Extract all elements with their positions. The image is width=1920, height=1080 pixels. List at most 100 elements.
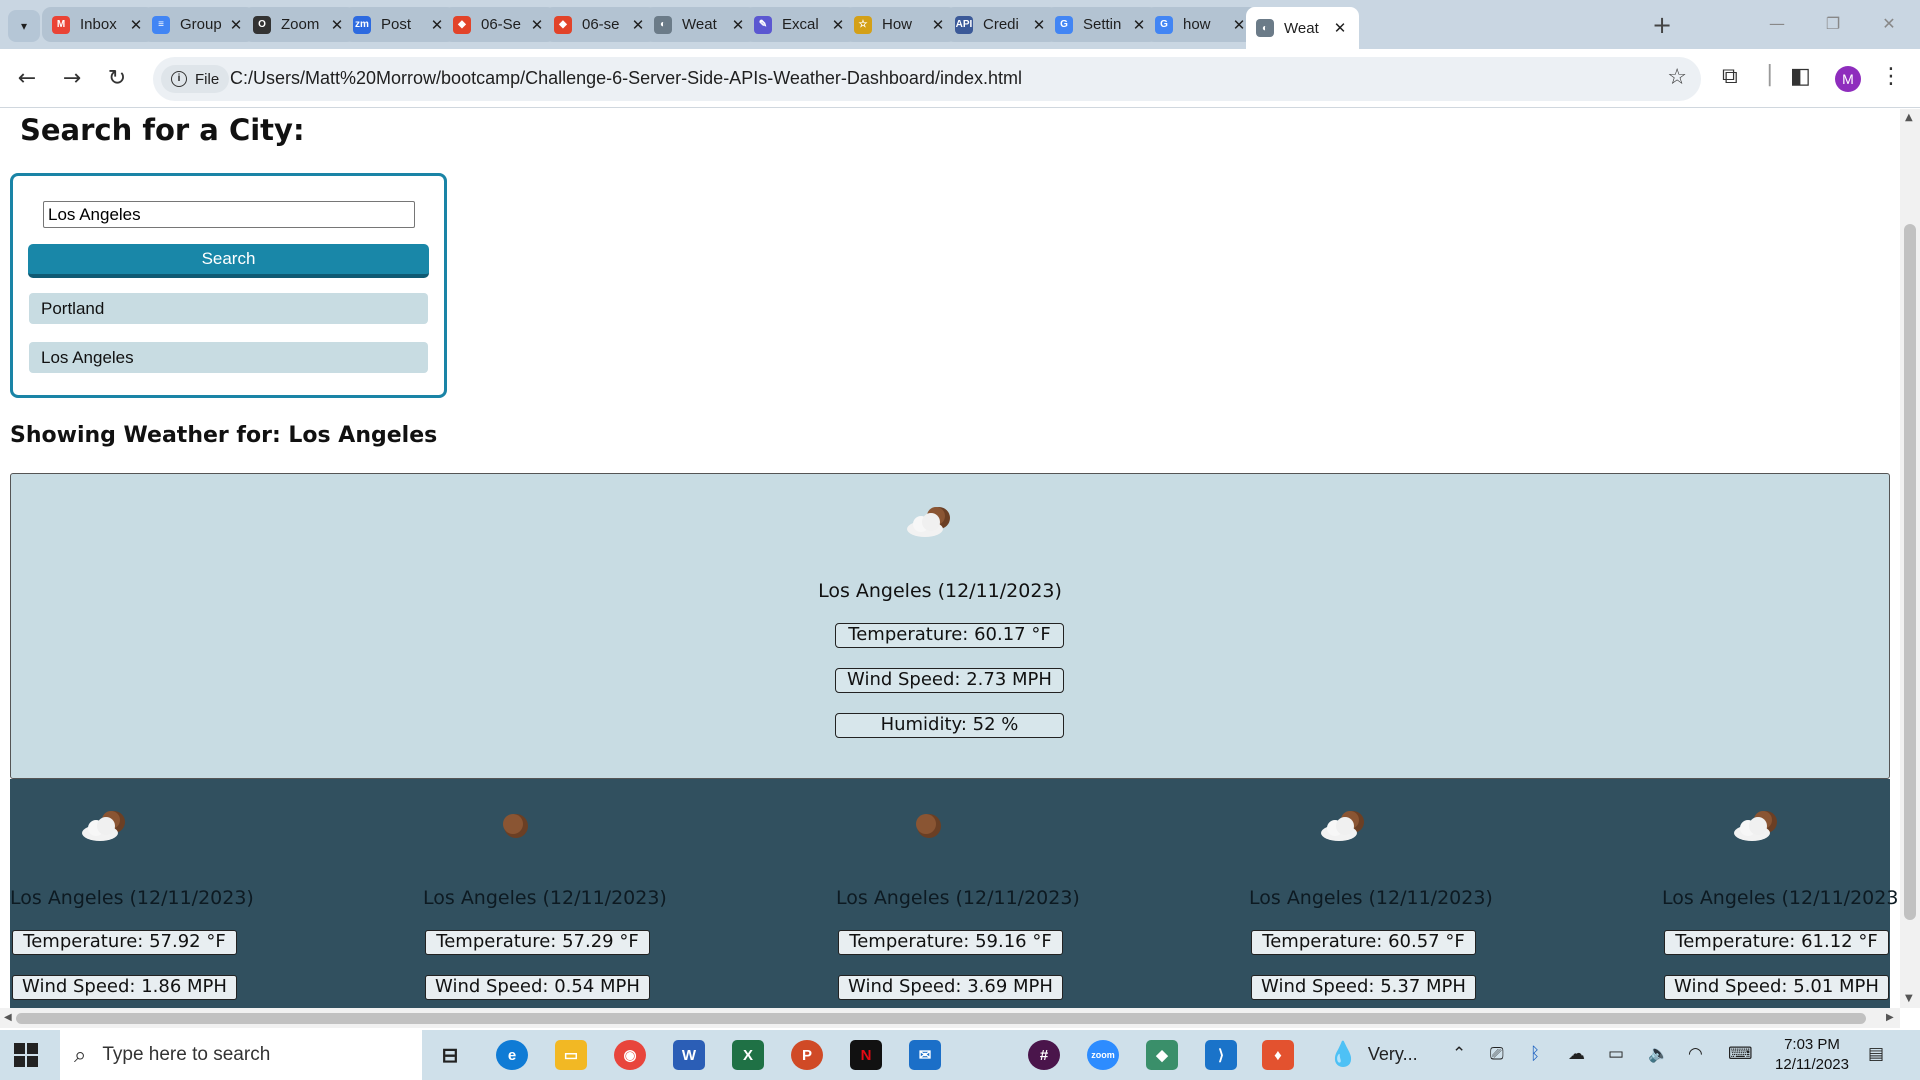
clock-time: 7:03 PM [1784,1036,1840,1053]
globe-icon: ◐ [1256,19,1274,37]
bookmark-star-icon[interactable]: ☆ [1667,65,1687,90]
forecast-temperature: Temperature: 57.92 °F [12,930,237,955]
new-tab-button[interactable]: + [1648,12,1676,40]
menu-kebab-icon[interactable]: ⋮ [1880,64,1902,89]
mail-icon[interactable]: ✉ [909,1040,941,1070]
close-tab-icon[interactable]: ✕ [1331,19,1349,37]
bluetooth-icon[interactable]: ᛒ [1530,1044,1540,1064]
forecast-temperature: Temperature: 57.29 °F [425,930,650,955]
tab-title: Settin [1083,16,1122,33]
git-app-icon[interactable]: ♦ [1262,1040,1294,1070]
vertical-scroll-thumb[interactable] [1904,224,1916,920]
history-button-portland[interactable]: Portland [29,293,428,324]
scroll-left-icon[interactable]: ◀ [4,1012,12,1023]
onedrive-icon[interactable]: ☁ [1568,1044,1585,1064]
partly-cloudy-night-icon [1734,811,1777,841]
city-search-input[interactable] [43,201,415,228]
tab-4[interactable]: ◆ 06-Se ✕ [443,7,556,42]
tab-12[interactable]: ◐ Weat ✕ [1246,7,1359,49]
taskbar-weather-widget[interactable]: 💧 Very... [1328,1040,1418,1069]
task-view-icon[interactable]: ⊟ [434,1040,466,1070]
forecast-city-date: Los Angeles (12/11/2023) [1249,887,1493,909]
tab-1[interactable]: ≡ Group ✕ [142,7,255,42]
windows-start-icon[interactable] [14,1043,38,1067]
taskbar-clock[interactable]: 7:03 PM 12/11/2023 [1770,1035,1854,1075]
extensions-icon[interactable]: ⧉ [1722,64,1738,89]
tab-11[interactable]: Ghow ✕ [1145,7,1258,42]
taskbar-search-placeholder: Type here to search [102,1044,271,1065]
back-icon[interactable]: ← [12,64,42,94]
zoom-taskbar-icon[interactable]: zoom [1087,1040,1119,1070]
google-icon: G [1155,15,1173,34]
tab-6[interactable]: ◐ Weat ✕ [644,7,757,42]
forecast-city-date: Los Angeles (12/11/2023) [1662,887,1900,909]
excel-icon[interactable]: X [732,1040,764,1070]
slack-icon[interactable]: # [1028,1040,1060,1070]
tab-5[interactable]: ◆ 06-se ✕ [544,7,657,42]
tab-10[interactable]: G Settin ✕ [1045,7,1158,42]
tab-search-icon[interactable]: ▾ [8,10,40,42]
forecast-wind-speed: Wind Speed: 5.01 MPH [1664,975,1889,1000]
side-panel-icon[interactable]: ◧ [1790,64,1811,89]
tab-0[interactable]: M Inbox ✕ [42,7,155,42]
tab-3[interactable]: zm Post ✕ [343,7,456,42]
app-icon[interactable]: ◆ [1146,1040,1178,1070]
history-button-los-angeles[interactable]: Los Angeles [29,342,428,373]
horizontal-scroll-thumb[interactable] [16,1013,1866,1024]
horizontal-scrollbar[interactable]: ◀ ▶ [0,1008,1900,1028]
taskbar-weather-text: Very... [1367,1044,1418,1064]
tab-8[interactable]: ☆ How ✕ [844,7,957,42]
keyboard-icon[interactable]: ⌨ [1728,1044,1753,1064]
partly-cloudy-night-icon [1321,811,1364,841]
restore-icon[interactable]: ❐ [1810,8,1856,40]
edge-icon[interactable]: e [496,1040,528,1070]
tab-title: Inbox [80,16,117,33]
tab-title: How [882,16,913,33]
forecast-wind-speed: Wind Speed: 5.37 MPH [1251,975,1476,1000]
netflix-icon[interactable]: N [850,1040,882,1070]
minimize-icon[interactable]: — [1754,8,1800,40]
battery-icon[interactable]: ▭ [1608,1044,1624,1064]
tab-title: Zoom [281,16,320,33]
zoom-meeting-icon: zm [353,15,371,34]
tab-7[interactable]: ✎ Excal ✕ [744,7,857,42]
vertical-scrollbar[interactable]: ▲ ▼ [1900,109,1920,1008]
url-text[interactable]: C:/Users/Matt%20Morrow/bootcamp/Challeng… [230,68,1022,89]
reload-icon[interactable]: ↻ [102,64,132,94]
file-explorer-icon[interactable]: ▭ [555,1040,587,1070]
forward-icon[interactable]: → [57,64,87,94]
word-icon[interactable]: W [673,1040,705,1070]
close-window-icon[interactable]: ✕ [1866,8,1912,40]
chrome-icon[interactable]: ◉ [614,1040,646,1070]
vscode-icon[interactable]: ⟩ [1205,1040,1237,1070]
omnibox[interactable]: i File C:/Users/Matt%20Morrow/bootcamp/C… [153,57,1701,101]
page-icon: ☆ [854,15,872,34]
search-icon: ⌕ [74,1042,87,1067]
partly-cloudy-night-icon [907,507,950,537]
scroll-down-icon[interactable]: ▼ [1905,993,1913,1004]
taskbar-search[interactable]: ⌕ Type here to search [60,1030,422,1080]
wifi-icon[interactable]: ◠ [1688,1044,1703,1064]
scroll-right-icon[interactable]: ▶ [1886,1012,1894,1023]
tray-chevron-icon[interactable]: ⌃ [1452,1044,1466,1064]
tab-9[interactable]: API Credi ✕ [945,7,1058,42]
tab-title: Credi [983,16,1019,33]
site-info-chip[interactable]: i File [161,65,230,93]
current-wind-speed: Wind Speed: 2.73 MPH [835,668,1064,693]
forecast-city-date: Los Angeles (12/11/2023) [836,887,1080,909]
tab-2[interactable]: O Zoom ✕ [243,7,356,42]
gitlab-icon: ◆ [554,15,572,34]
info-icon: i [171,71,187,87]
volume-icon[interactable]: 🔈 [1648,1044,1669,1064]
google-icon: G [1055,15,1073,34]
search-button[interactable]: Search [28,244,429,278]
meet-icon[interactable]: ⎚ [1490,1044,1504,1064]
notifications-icon[interactable]: ▤ [1868,1044,1884,1064]
search-panel: Search Portland Los Angeles [10,173,447,398]
powerpoint-icon[interactable]: P [791,1040,823,1070]
profile-avatar[interactable]: M [1835,66,1861,92]
clear-night-icon [916,814,941,838]
windows-taskbar: ⌕ Type here to search ⊟ e ▭ ◉ W X P N ✉ … [0,1030,1920,1080]
api-icon: API [955,15,973,34]
scroll-up-icon[interactable]: ▲ [1905,112,1913,123]
